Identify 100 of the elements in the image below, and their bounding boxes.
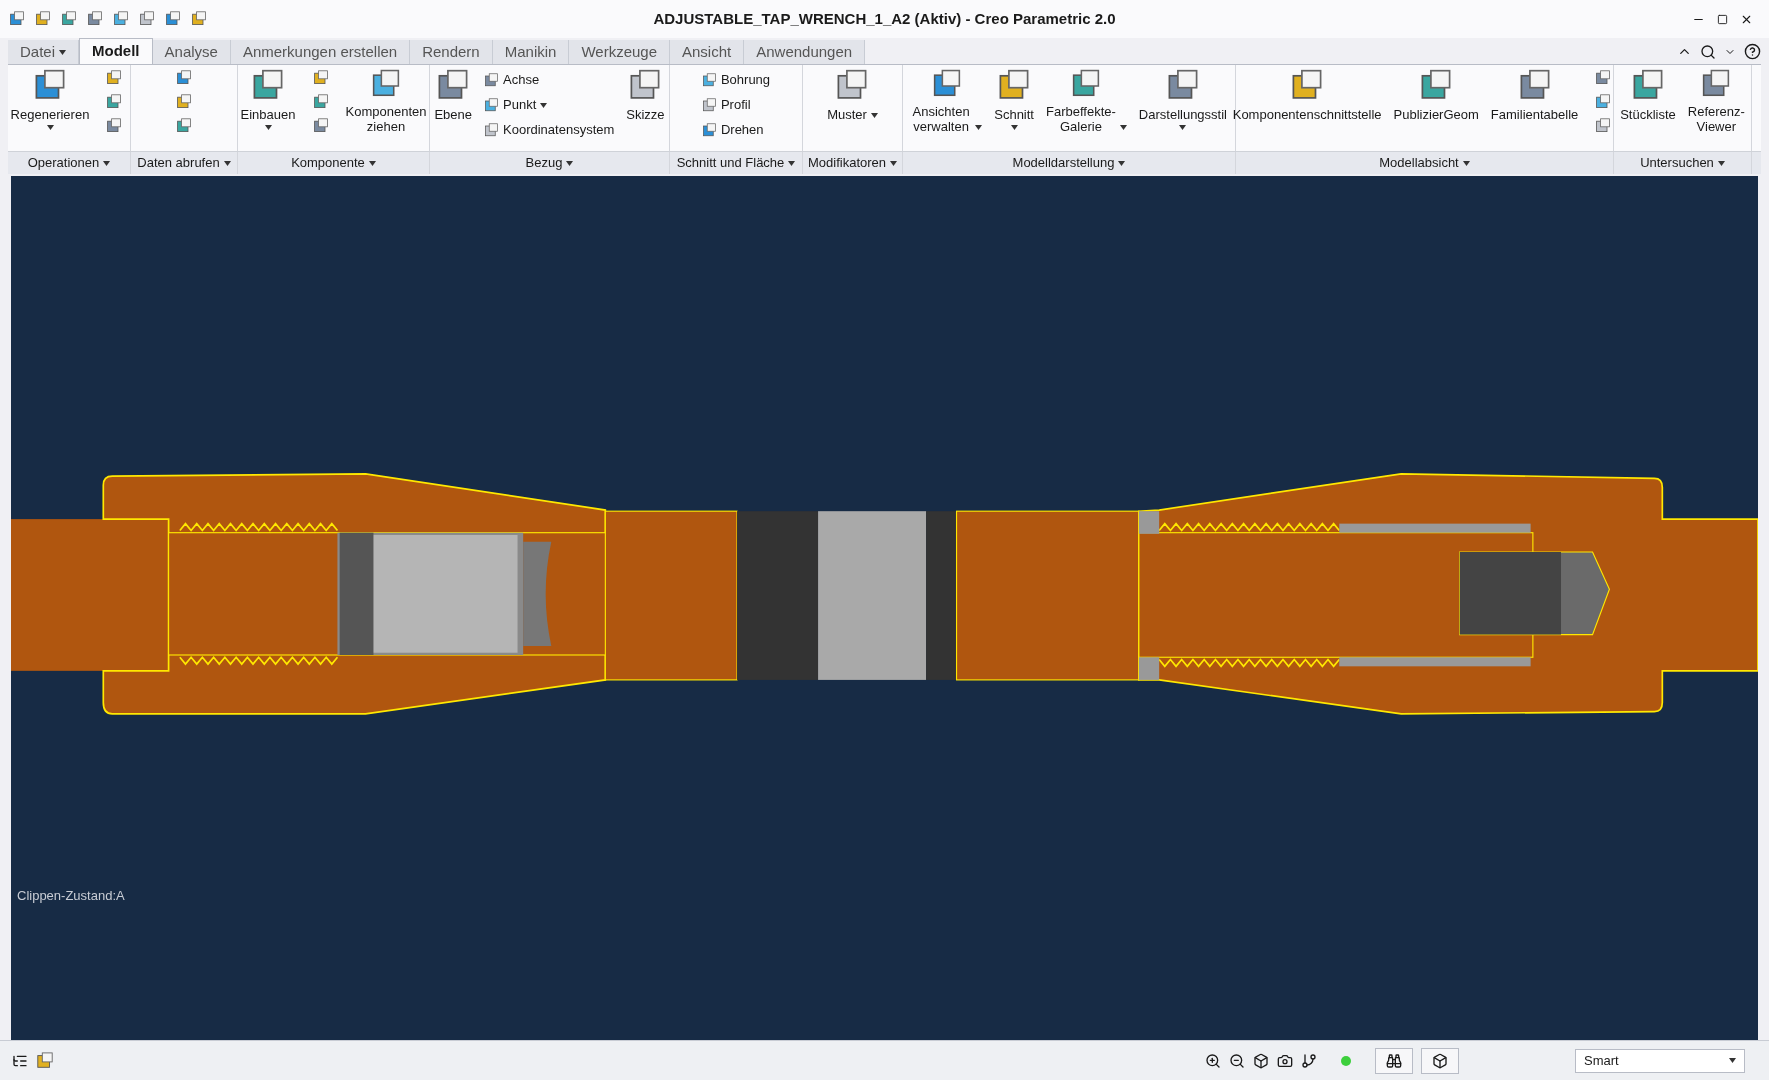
ribbon-button[interactable]: Ansichten verwalten [907, 65, 987, 143]
camera-icon[interactable] [1277, 1052, 1293, 1069]
caret-icon [368, 160, 376, 166]
ribbon-icon-button[interactable] [175, 117, 193, 135]
ribbon-icon-button[interactable] [175, 93, 193, 111]
caret-icon [1717, 160, 1725, 166]
ribbon-button[interactable]: Skizze [622, 65, 669, 143]
tool-icon [139, 11, 155, 27]
ribbon-button[interactable]: Muster [823, 65, 882, 143]
cube-icon [1432, 1052, 1448, 1069]
ribbon-icon-button[interactable] [1594, 93, 1613, 111]
ribbon-tab[interactable]: Modell [79, 38, 153, 64]
ribbon-tab[interactable]: Werkzeuge [569, 40, 670, 64]
group-label[interactable]: Operationen [8, 152, 131, 174]
caret-icon [890, 160, 897, 166]
tool-icon [1595, 94, 1612, 110]
tool-icon [113, 11, 129, 27]
tool-icon [701, 122, 717, 138]
help-icon[interactable] [1744, 43, 1761, 60]
quick-access-button[interactable] [8, 10, 26, 28]
tool-icon [176, 94, 192, 110]
ribbon-button[interactable]: Koordinatensystem [480, 119, 619, 141]
file-menu-tab[interactable]: Datei [8, 40, 80, 64]
status-indicator-icon [1341, 1055, 1351, 1066]
ribbon-button[interactable]: Bohrung [697, 69, 775, 91]
group-label[interactable]: Komponente [238, 152, 430, 174]
ribbon-icon-button[interactable] [175, 69, 193, 87]
ribbon-tab[interactable]: Anmerkungen erstellen [230, 40, 411, 64]
ribbon-button[interactable]: Ebene [430, 65, 476, 143]
maximize-icon[interactable] [1717, 13, 1728, 25]
ribbon-button[interactable]: Schnitt [990, 65, 1038, 143]
view-button[interactable] [1421, 1047, 1459, 1074]
quick-access-button[interactable] [60, 10, 78, 28]
ribbon-icon-button[interactable] [105, 69, 124, 87]
model-viewport[interactable]: Clippen-Zustand:A [11, 176, 1758, 1040]
group-label[interactable]: Untersuchen [1614, 152, 1752, 174]
tool-icon [176, 118, 192, 134]
ribbon-button[interactable]: Komponentenschnittstelle [1228, 65, 1386, 143]
ribbon-icon-button[interactable] [1594, 117, 1613, 135]
quick-access-button[interactable] [86, 10, 104, 28]
view-cube-icon[interactable] [1253, 1052, 1269, 1069]
ribbon-icon-button[interactable] [105, 117, 124, 135]
group-label[interactable]: Bezug [430, 152, 670, 174]
tool-icon [1595, 118, 1612, 134]
ribbon-button[interactable]: Drehen [697, 119, 775, 141]
ribbon-button[interactable]: Referenz-Viewer [1683, 65, 1749, 143]
quick-access-button[interactable] [112, 10, 130, 28]
window-title: ADJUSTABLE_TAP_WRENCH_1_A2 (Aktiv) - Creo Parametric 2.0 [652, 8, 1117, 29]
tool-icon [1595, 70, 1612, 86]
group-label[interactable]: Daten abrufen [131, 152, 238, 174]
ribbon-button[interactable]: Familientabelle [1486, 65, 1583, 143]
ribbon-tab[interactable]: Ansicht [670, 40, 745, 64]
branch-icon[interactable] [1301, 1052, 1317, 1069]
zoom-in-icon[interactable] [1205, 1052, 1221, 1069]
tool-icon [312, 94, 329, 110]
ribbon-button[interactable]: PublizierGeom [1389, 65, 1483, 143]
ribbon-tab[interactable]: Analyse [152, 40, 231, 64]
ribbon-button[interactable]: Regenerieren [6, 65, 94, 143]
find-button[interactable] [1375, 1047, 1413, 1074]
caret-icon [1729, 1058, 1736, 1063]
ribbon-icon-button[interactable] [311, 93, 330, 111]
tool-icon [701, 72, 717, 88]
selection-filter-dropdown[interactable]: Smart [1575, 1048, 1745, 1073]
ribbon-button[interactable]: Profil [697, 94, 775, 116]
clip-state-label: Clippen-Zustand:A [17, 887, 125, 905]
ribbon-button[interactable]: Stückliste [1616, 65, 1680, 143]
caret-icon [788, 160, 796, 166]
group-label[interactable]: Schnitt und Fläche [670, 152, 803, 174]
search-icon[interactable] [1700, 43, 1716, 60]
tool-icon [106, 118, 123, 134]
tool-icon [191, 11, 207, 27]
ribbon-icon-button[interactable] [105, 93, 124, 111]
ribbon-tab[interactable]: Anwendungen [744, 40, 866, 64]
ribbon-tab[interactable]: Rendern [410, 40, 493, 64]
tool-icon [165, 11, 181, 27]
ribbon-button[interactable]: Komponenten ziehen [341, 65, 431, 143]
ribbon-icon-button[interactable] [311, 69, 330, 87]
quick-access-button[interactable] [164, 10, 182, 28]
ribbon-button[interactable]: Farbeffekte-Galerie [1042, 65, 1131, 143]
group-label[interactable]: Modifikatoren [803, 152, 903, 174]
group-label[interactable]: Modellabsicht [1236, 152, 1614, 174]
ribbon-tab[interactable]: Manikin [492, 40, 570, 64]
ribbon-button[interactable]: Einbauen [236, 65, 300, 143]
ribbon-button[interactable]: Darstellungsstil [1134, 65, 1231, 143]
ribbon-icon-button[interactable] [311, 117, 330, 135]
tool-icon [106, 94, 123, 110]
ribbon-icon-button[interactable] [1594, 69, 1613, 87]
ribbon-button[interactable]: Punkt [480, 94, 619, 116]
quick-access-button[interactable] [190, 10, 208, 28]
tool-icon [61, 11, 77, 27]
tool-icon [484, 97, 499, 113]
caret-icon [223, 160, 231, 166]
group-label[interactable]: Modelldarstellung [903, 152, 1236, 174]
zoom-out-icon[interactable] [1229, 1052, 1245, 1069]
tool-icon [9, 11, 25, 27]
ribbon-button[interactable]: Achse [480, 69, 619, 91]
caret-icon [103, 160, 111, 166]
caret-icon [1118, 160, 1126, 166]
quick-access-button[interactable] [138, 10, 156, 28]
quick-access-button[interactable] [34, 10, 52, 28]
